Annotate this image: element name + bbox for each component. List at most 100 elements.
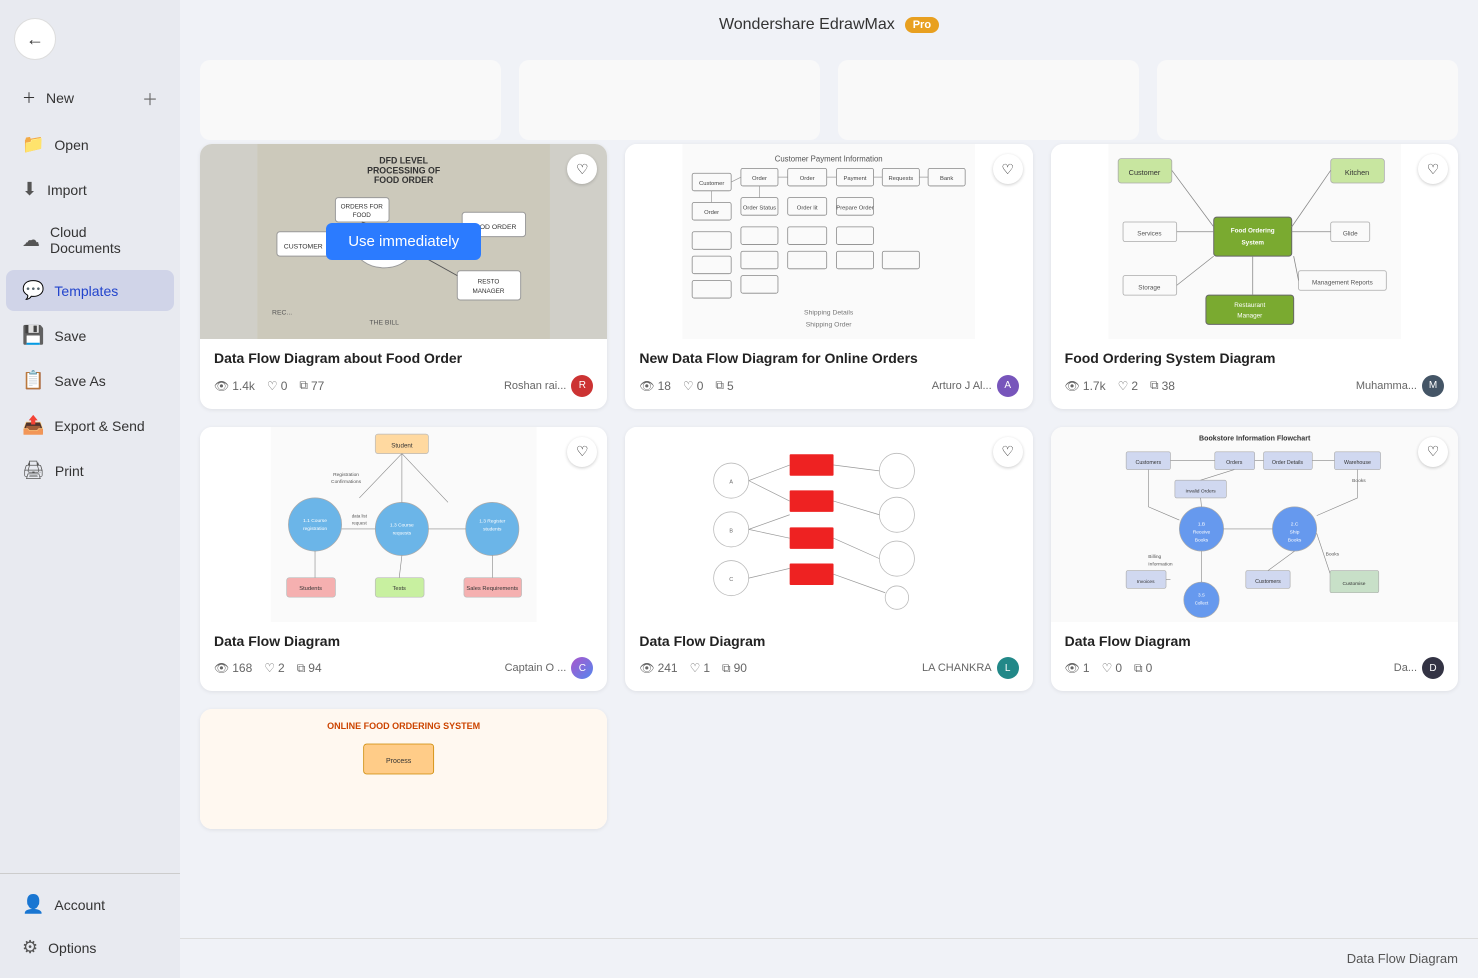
- svg-text:Glide: Glide: [1342, 231, 1357, 238]
- svg-text:Shipping Order: Shipping Order: [806, 321, 853, 328]
- import-icon: ⬇: [22, 179, 37, 200]
- heart-button-6[interactable]: ♡: [1418, 437, 1448, 467]
- sidebar-item-cloud[interactable]: ☁ Cloud Documents: [6, 214, 174, 266]
- svg-text:Management Reports: Management Reports: [1312, 279, 1373, 286]
- svg-text:Order Status: Order Status: [743, 205, 776, 211]
- partial-card-1[interactable]: [200, 60, 501, 140]
- card-title-4: Data Flow Diagram: [214, 632, 593, 652]
- svg-text:1.3 Course: 1.3 Course: [390, 522, 414, 528]
- svg-text:data list: data list: [352, 513, 368, 518]
- sidebar-import-label: Import: [47, 182, 87, 198]
- svg-text:B: B: [730, 528, 734, 534]
- sidebar-item-account[interactable]: 👤 Account: [6, 884, 174, 925]
- author-avatar-1: R: [571, 375, 593, 397]
- svg-text:ONLINE FOOD ORDERING SYSTEM: ONLINE FOOD ORDERING SYSTEM: [327, 721, 480, 731]
- card-meta-3: 👁1.7k ♡2 ⧉38 Muhamma... M: [1065, 375, 1444, 397]
- svg-text:Invoices: Invoices: [1136, 579, 1154, 585]
- views-stat-1: 👁 1.4k: [214, 379, 255, 393]
- card-food-system[interactable]: Customer Kitchen Food Ordering System Se…: [1051, 144, 1458, 409]
- svg-text:Food Ordering: Food Ordering: [1230, 228, 1274, 235]
- export-icon: 📤: [22, 415, 44, 436]
- card-dfd-student[interactable]: Student Registration Confirmations 1.1 C…: [200, 427, 607, 692]
- heart-button-5[interactable]: ♡: [993, 437, 1023, 467]
- svg-text:Bookstore Information Flowchar: Bookstore Information Flowchart: [1199, 434, 1311, 442]
- use-immediately-button[interactable]: Use immediately: [326, 223, 481, 260]
- card-title-2: New Data Flow Diagram for Online Orders: [639, 349, 1018, 369]
- svg-text:1.B: 1.B: [1197, 521, 1204, 527]
- svg-text:Collect: Collect: [1194, 600, 1208, 605]
- svg-text:Student: Student: [391, 442, 413, 449]
- card-meta-5: 👁241 ♡1 ⧉90 LA CHANKRA L: [639, 657, 1018, 679]
- card-bookstore[interactable]: Bookstore Information Flowchart Customer…: [1051, 427, 1458, 692]
- svg-text:Billing: Billing: [1148, 554, 1161, 560]
- svg-text:Services: Services: [1137, 231, 1161, 238]
- sidebar-export-label: Export & Send: [54, 418, 144, 434]
- svg-text:PROCESSING OF: PROCESSING OF: [367, 165, 441, 175]
- pro-badge: Pro: [905, 17, 939, 33]
- sidebar-options-label: Options: [48, 940, 96, 956]
- svg-text:Registration: Registration: [333, 471, 359, 477]
- sidebar-account-label: Account: [54, 897, 105, 913]
- card-image-6: Bookstore Information Flowchart Customer…: [1051, 427, 1458, 622]
- svg-text:A: A: [730, 479, 734, 485]
- svg-text:Sales Requirements: Sales Requirements: [466, 586, 518, 592]
- templates-icon: 💬: [22, 280, 44, 301]
- sidebar-item-saveas[interactable]: 📋 Save As: [6, 360, 174, 401]
- author-avatar-5: L: [997, 657, 1019, 679]
- svg-text:registration: registration: [303, 525, 327, 531]
- card-title-6: Data Flow Diagram: [1065, 632, 1444, 652]
- svg-text:Customers: Customers: [1255, 579, 1281, 585]
- content-area: DFD LEVEL PROCESSING OF FOOD ORDER CUSTO…: [180, 50, 1478, 938]
- sidebar-new-label: New: [46, 90, 74, 106]
- partial-card-2[interactable]: [519, 60, 820, 140]
- svg-text:Requests: Requests: [889, 176, 914, 182]
- card-title-5: Data Flow Diagram: [639, 632, 1018, 652]
- top-partial-row: [200, 60, 1458, 140]
- svg-text:Shipping Details: Shipping Details: [804, 310, 854, 317]
- svg-text:FOOD ORDER: FOOD ORDER: [374, 175, 434, 185]
- card-meta-1: 👁 1.4k ♡ 0 ⧉ 77 Roshan rai...: [214, 375, 593, 397]
- svg-text:Ship: Ship: [1289, 529, 1299, 535]
- card-meta-2: 👁18 ♡0 ⧉5 Arturo J Al... A: [639, 375, 1018, 397]
- svg-text:requests: requests: [393, 530, 412, 536]
- svg-text:Customise: Customise: [1342, 580, 1365, 586]
- sidebar-item-save[interactable]: 💾 Save: [6, 315, 174, 356]
- card-dfd-flow2[interactable]: A B C ♡ Data Flow Diagram 👁241 ♡1 ⧉90 LA…: [625, 427, 1032, 692]
- sidebar-item-open[interactable]: 📁 Open: [6, 124, 174, 165]
- card-dfd-online[interactable]: Customer Payment Information Customer Or…: [625, 144, 1032, 409]
- sidebar-item-options[interactable]: ⚙ Options: [6, 927, 174, 968]
- card-online-food[interactable]: ONLINE FOOD ORDERING SYSTEM Process: [200, 709, 607, 829]
- svg-text:Prepare Order: Prepare Order: [837, 205, 874, 211]
- card-image-4: Student Registration Confirmations 1.1 C…: [200, 427, 607, 622]
- sidebar-print-label: Print: [55, 463, 84, 479]
- save-icon: 💾: [22, 325, 44, 346]
- sidebar-item-import[interactable]: ⬇ Import: [6, 169, 174, 210]
- sidebar-item-export[interactable]: 📤 Export & Send: [6, 405, 174, 446]
- partial-card-3[interactable]: [838, 60, 1139, 140]
- author-avatar-4: C: [571, 657, 593, 679]
- svg-text:Books: Books: [1325, 551, 1339, 557]
- svg-text:Restaurant: Restaurant: [1234, 302, 1265, 309]
- options-icon: ⚙: [22, 937, 38, 958]
- heart-button-4[interactable]: ♡: [567, 437, 597, 467]
- heart-button-2[interactable]: ♡: [993, 154, 1023, 184]
- sidebar-item-new[interactable]: ＋ New ＋: [6, 76, 174, 120]
- partial-card-4[interactable]: [1157, 60, 1458, 140]
- svg-text:1.3 Register: 1.3 Register: [479, 518, 506, 524]
- card-image-2: Customer Payment Information Customer Or…: [625, 144, 1032, 339]
- sidebar-item-templates[interactable]: 💬 Templates: [6, 270, 174, 311]
- card-title-3: Food Ordering System Diagram: [1065, 349, 1444, 369]
- sidebar-item-print[interactable]: 🖨 Print: [6, 450, 174, 491]
- svg-text:Order: Order: [705, 210, 720, 216]
- svg-text:request: request: [352, 520, 368, 525]
- card-image-7: ONLINE FOOD ORDERING SYSTEM Process: [200, 709, 607, 829]
- svg-text:FOOD: FOOD: [353, 212, 372, 219]
- svg-text:RESTO: RESTO: [478, 278, 500, 285]
- sidebar-templates-label: Templates: [54, 283, 118, 299]
- back-button[interactable]: ←: [14, 18, 56, 60]
- svg-text:Customer: Customer: [1128, 168, 1160, 177]
- svg-text:Order: Order: [752, 176, 767, 182]
- new-plus-icon: ＋: [142, 86, 158, 110]
- card-dfd-food-order[interactable]: DFD LEVEL PROCESSING OF FOOD ORDER CUSTO…: [200, 144, 607, 409]
- heart-button-3[interactable]: ♡: [1418, 154, 1448, 184]
